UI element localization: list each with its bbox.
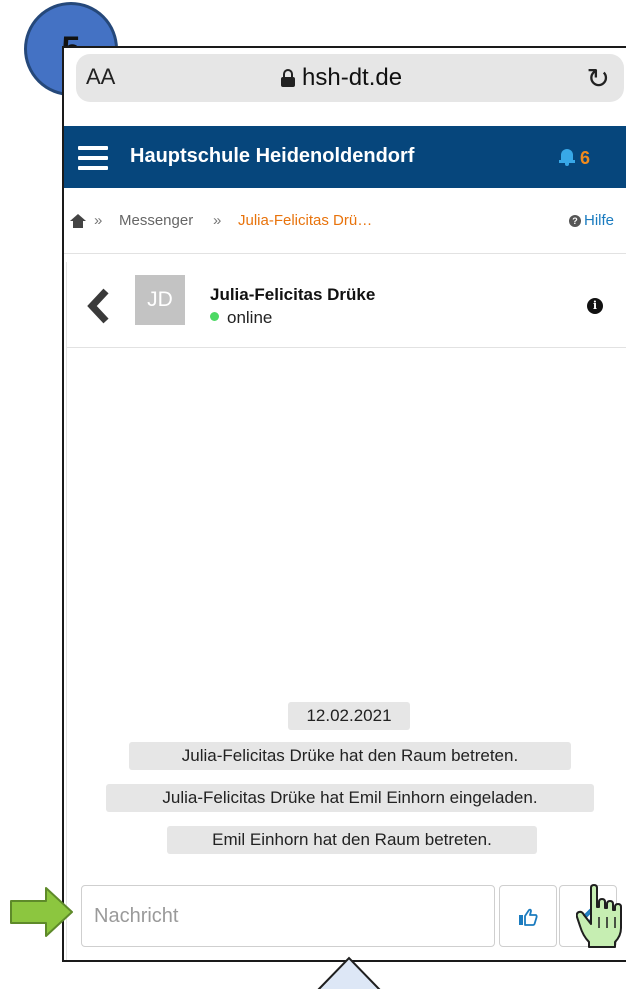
breadcrumb-current[interactable]: Julia-Felicitas Drü… [238,212,372,229]
home-icon[interactable] [70,214,86,228]
date-divider: 12.02.2021 [288,702,410,730]
chevron-left-icon[interactable] [87,288,111,324]
help-link[interactable]: ? Hilfe [569,212,614,229]
breadcrumb: » Messenger » Julia-Felicitas Drü… ? Hilf… [64,190,626,254]
hamburger-icon[interactable] [78,146,108,170]
green-arrow-icon [10,887,73,937]
breadcrumb-messenger[interactable]: Messenger [119,212,193,229]
contact-name: Julia-Felicitas Drüke [210,285,376,304]
system-message: Julia-Felicitas Drüke hat den Raum betre… [129,742,571,770]
breadcrumb-separator: » [213,212,222,229]
online-dot-icon [210,312,219,321]
site-title[interactable]: Hauptschule Heidenoldendorf [130,145,414,168]
browser-address-bar[interactable]: AA hsh-dt.de ↻ [76,54,624,102]
thumbs-up-button[interactable] [499,885,557,947]
chat-header: JD Julia-Felicitas Drüke online i [67,262,626,348]
avatar: JD [135,275,185,325]
site-navbar: Hauptschule Heidenoldendorf 6 [64,126,626,188]
question-circle-icon: ? [569,215,581,227]
text-size-button[interactable]: AA [86,64,115,90]
chat-panel: JD Julia-Felicitas Drüke online i 12.02.… [66,262,626,960]
contact-status: online [210,308,272,328]
phone-frame: AA hsh-dt.de ↻ Hauptschule Heidenoldendo… [62,46,626,962]
bell-icon[interactable] [559,148,575,166]
info-circle-icon[interactable]: i [587,298,603,314]
url-host[interactable]: hsh-dt.de [302,64,402,92]
breadcrumb-separator: » [94,212,103,229]
message-composer [81,885,619,947]
notification-count[interactable]: 6 [580,148,590,169]
system-message: Julia-Felicitas Drüke hat Emil Einhorn e… [106,784,594,812]
system-message: Emil Einhorn hat den Raum betreten. [167,826,537,854]
status-label: online [227,308,273,327]
lock-icon [281,69,295,87]
hand-cursor-icon [576,884,622,948]
thumbs-up-icon [519,908,538,926]
pointer-triangle-icon [317,956,381,989]
help-label: Hilfe [584,212,615,229]
message-input[interactable] [81,885,495,947]
reload-icon[interactable]: ↻ [587,62,610,95]
